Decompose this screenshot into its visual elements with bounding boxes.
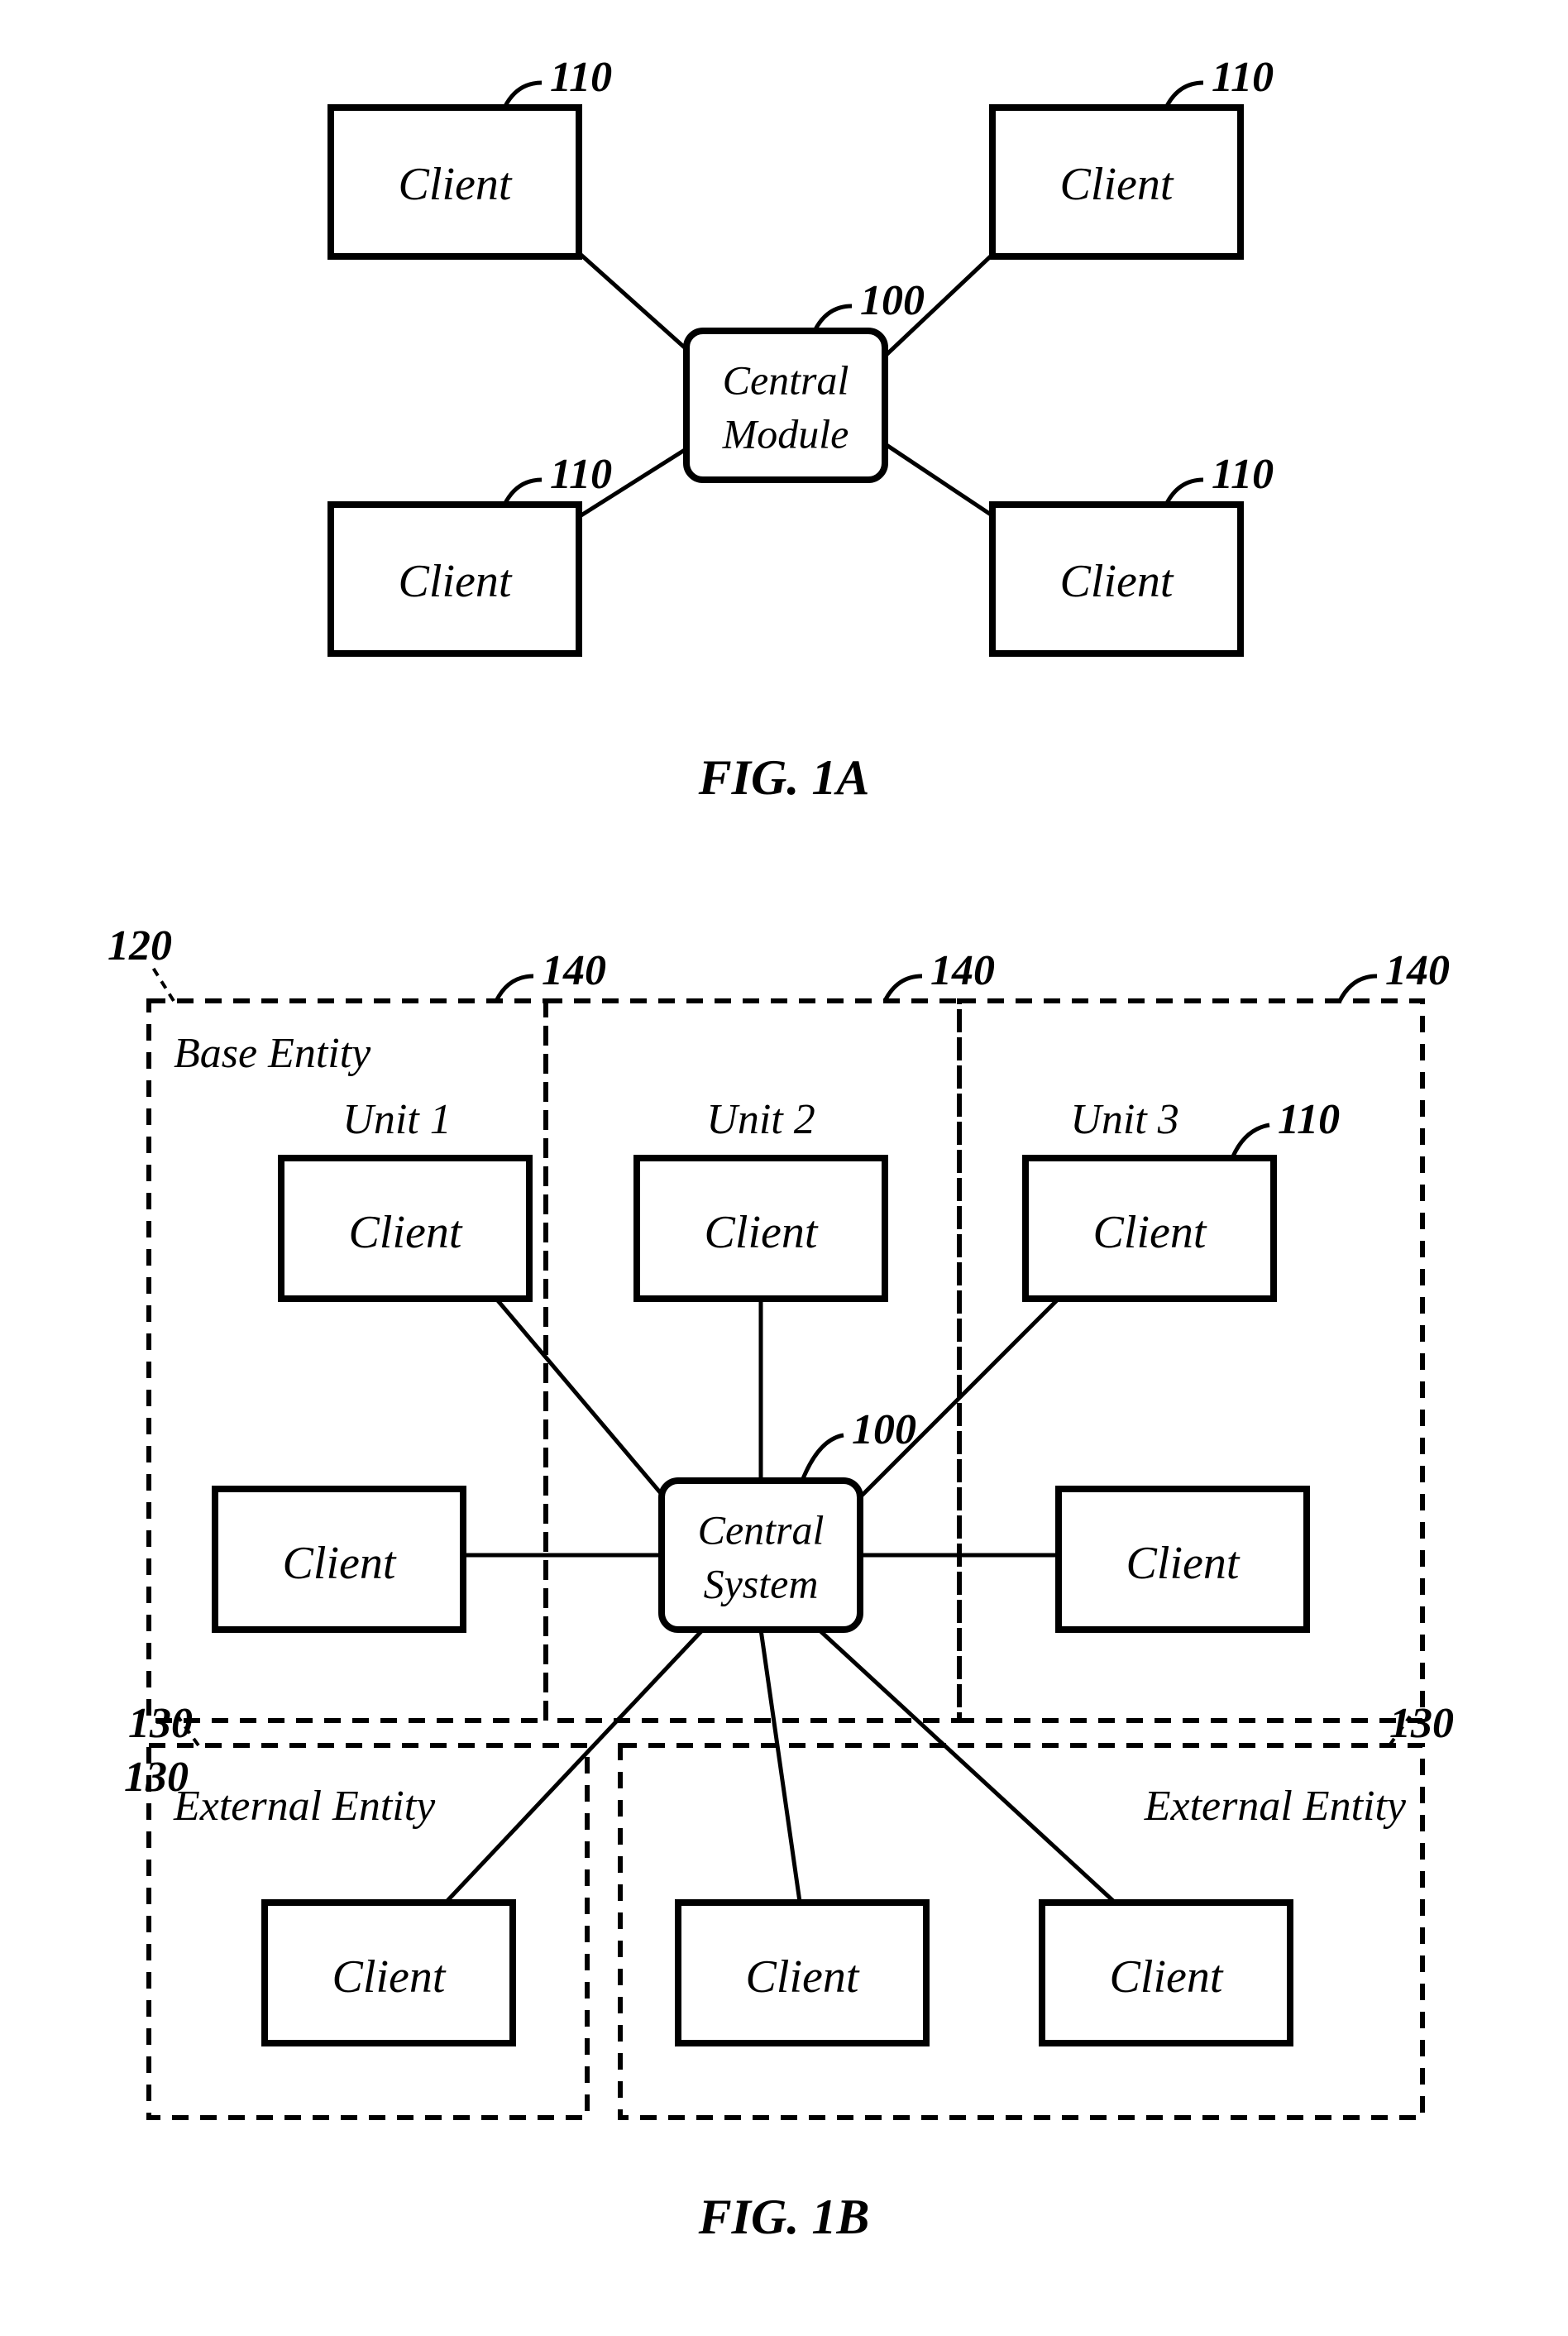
base-entity-ref: 120 xyxy=(108,922,172,969)
client-bl-label: Client xyxy=(399,556,513,607)
figure-1b: Base Entity Unit 1 Unit 2 Unit 3 Externa… xyxy=(108,922,1454,2244)
client-ext-right-r: Client xyxy=(1042,1903,1290,2043)
client-tl-label: Client xyxy=(399,159,513,210)
unit1-ref: 140 xyxy=(542,947,606,994)
unit3-label: Unit 3 xyxy=(1070,1096,1178,1143)
central-system-ref: 100 xyxy=(852,1406,916,1453)
client-br-label: Client xyxy=(1060,556,1174,607)
external-right-ref: 130 xyxy=(1389,1700,1454,1747)
client-box-br: Client 110 xyxy=(992,451,1274,653)
external-entity-right-label: External Entity xyxy=(1144,1783,1407,1830)
client-u1-bot: Client xyxy=(215,1489,463,1630)
svg-text:Client: Client xyxy=(332,1951,447,2003)
central-module-label-line1: Central xyxy=(723,357,849,403)
central-module-ref: 100 xyxy=(860,277,925,324)
svg-text:Client: Client xyxy=(283,1538,397,1589)
unit2-label: Unit 2 xyxy=(706,1096,815,1143)
diagram-canvas: Central Module 100 Client 110 Client 110… xyxy=(0,0,1568,2336)
client-tl-ref: 110 xyxy=(550,54,612,101)
client-u2-top: Client xyxy=(637,1158,885,1299)
base-entity-label: Base Entity xyxy=(174,1030,371,1077)
unit1-label: Unit 1 xyxy=(342,1096,451,1143)
central-system-label-line1: Central xyxy=(698,1506,825,1553)
central-module-label-line2: Module xyxy=(722,410,849,457)
central-system-box: Central System 100 xyxy=(662,1406,916,1630)
svg-text:Client: Client xyxy=(1093,1207,1207,1258)
external-left-ref: 130 xyxy=(124,1754,189,1801)
client-box-tl: Client 110 xyxy=(331,54,612,256)
fig1a-caption: FIG. 1A xyxy=(698,750,870,805)
svg-text:Client: Client xyxy=(746,1951,860,2003)
external-left-ref-correct: 130 xyxy=(128,1700,193,1747)
central-module-box: Central Module 100 xyxy=(686,277,925,480)
client-bl-ref: 110 xyxy=(550,451,612,498)
client-ext-left: Client xyxy=(265,1903,513,2043)
figure-1a: Central Module 100 Client 110 Client 110… xyxy=(331,54,1274,805)
svg-text:Client: Client xyxy=(705,1207,819,1258)
unit2-ref: 140 xyxy=(930,947,995,994)
client-u3-bot: Client xyxy=(1059,1489,1307,1630)
client-ext-right-l: Client xyxy=(678,1903,926,2043)
client-box-bl: Client 110 xyxy=(331,451,612,653)
client-br-ref: 110 xyxy=(1212,451,1274,498)
client-u3-top-ref: 110 xyxy=(1278,1096,1340,1143)
fig1b-caption: FIG. 1B xyxy=(698,2190,870,2244)
unit3-ref: 140 xyxy=(1385,947,1450,994)
central-system-label-line2: System xyxy=(704,1560,819,1606)
client-box-tr: Client 110 xyxy=(992,54,1274,256)
svg-text:Client: Client xyxy=(1126,1538,1241,1589)
svg-text:Client: Client xyxy=(349,1207,463,1258)
external-entity-left-label: External Entity xyxy=(173,1783,436,1830)
client-u1-top: Client xyxy=(281,1158,529,1299)
svg-text:Client: Client xyxy=(1110,1951,1224,2003)
client-tr-label: Client xyxy=(1060,159,1174,210)
client-tr-ref: 110 xyxy=(1212,54,1274,101)
